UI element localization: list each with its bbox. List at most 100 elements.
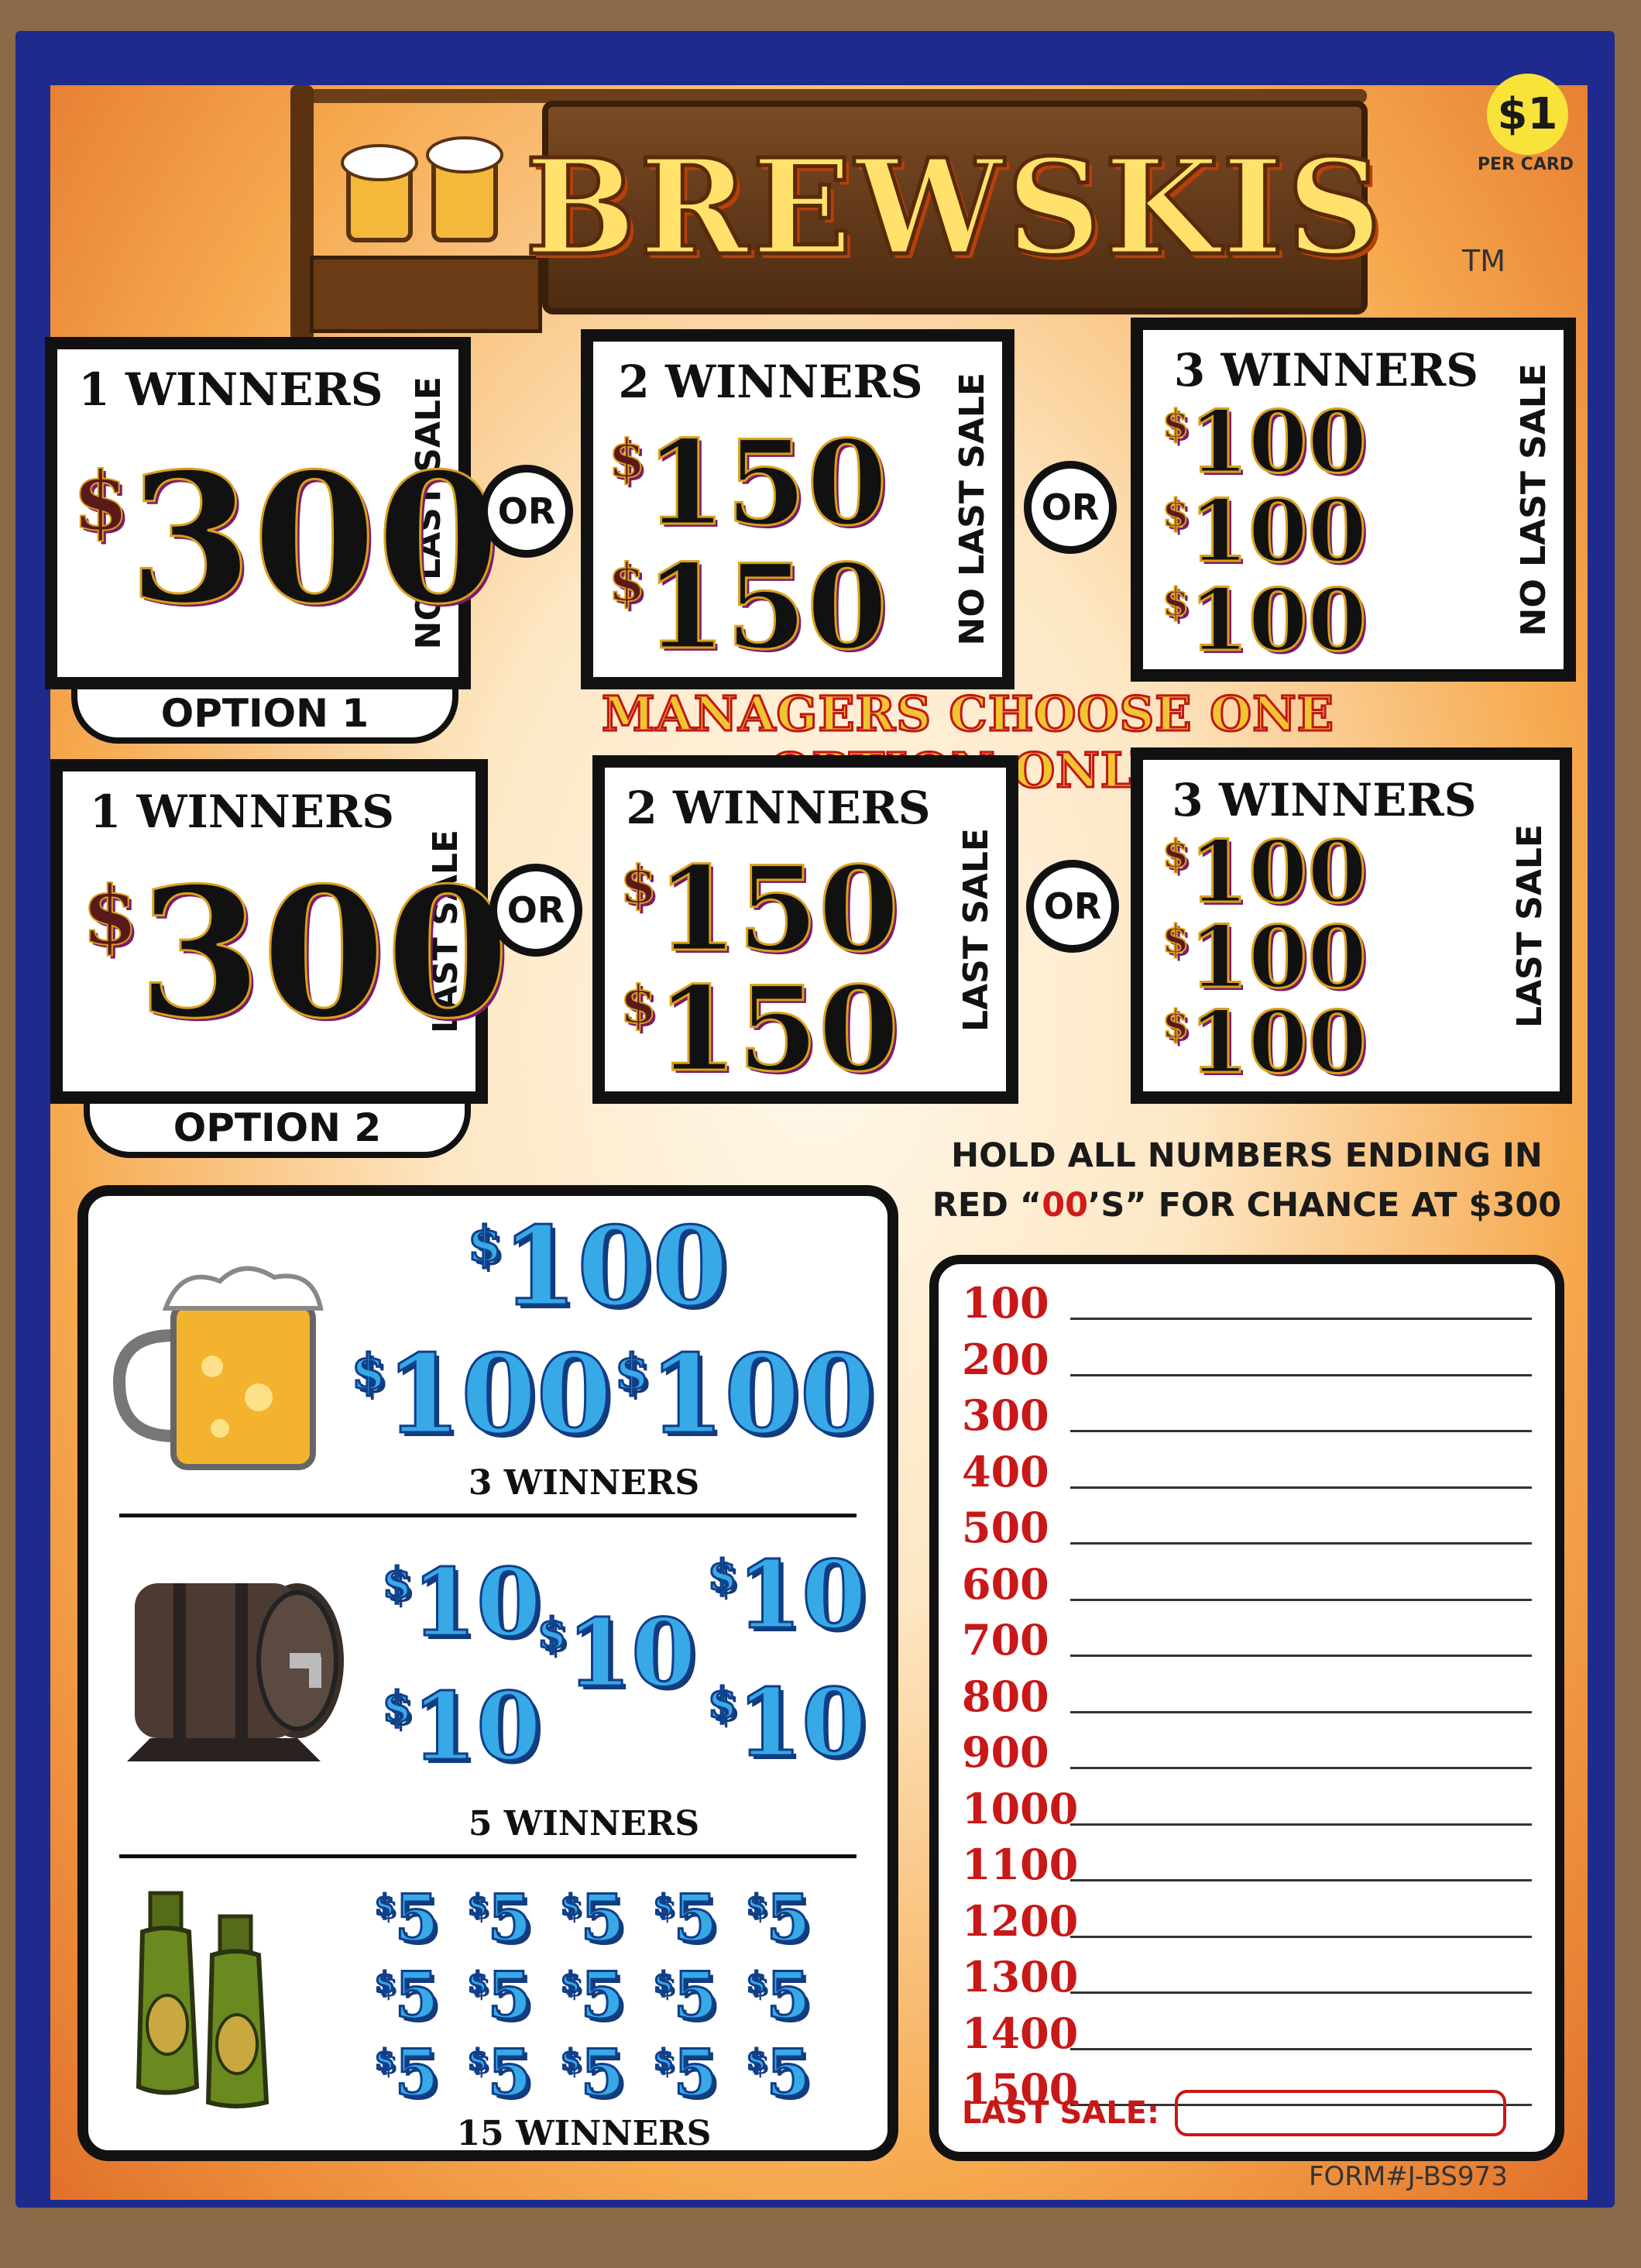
dollar-sign: $ xyxy=(537,1607,568,1659)
dollar-sign: $ xyxy=(1162,916,1190,962)
prize-amount: $5 xyxy=(653,1958,719,2035)
dollar-sign: $ xyxy=(467,1214,503,1273)
last-sale-label: LAST SALE: xyxy=(962,2095,1160,2131)
number-value: 1300 xyxy=(962,1952,1079,2002)
prize-amount: $300 xyxy=(81,848,511,1060)
option1-box-3-winners: 3 WINNERS NO LAST SALE $100 $100 $100 xyxy=(1131,318,1576,682)
amount-value: 100 xyxy=(647,1331,876,1460)
amount-value: 5 xyxy=(672,1881,719,1957)
keg-icon xyxy=(127,1583,344,1761)
last-sale-field[interactable] xyxy=(1175,2090,1507,2136)
amount-value: 100 xyxy=(1188,391,1368,493)
write-in-line[interactable] xyxy=(1070,1991,1532,1994)
prize-amount: $10 xyxy=(707,1668,868,1779)
number-value: 500 xyxy=(962,1503,1049,1552)
number-row: 600 xyxy=(962,1553,1532,1609)
write-in-line[interactable] xyxy=(1070,1542,1532,1545)
amount-value: 150 xyxy=(644,414,888,553)
prize-amount: $100 xyxy=(1162,569,1368,672)
write-in-line[interactable] xyxy=(1070,1430,1532,1432)
write-in-line[interactable] xyxy=(1070,1767,1532,1769)
dollar-sign: $ xyxy=(653,1964,675,2000)
option1-box-2-winners: 2 WINNERS NO LAST SALE $150 $150 xyxy=(581,329,1014,689)
write-in-line[interactable] xyxy=(1070,1486,1532,1489)
number-value: 1100 xyxy=(962,1840,1079,1889)
write-in-line[interactable] xyxy=(1070,1373,1532,1376)
hold-note-line2: RED “00’S” FOR CHANCE AT $300 xyxy=(906,1180,1588,1230)
dollar-sign: $ xyxy=(746,1964,768,2000)
write-in-line[interactable] xyxy=(1070,1823,1532,1826)
number-row: 300 xyxy=(962,1384,1532,1440)
box-heading: 1 WINNERS xyxy=(78,363,383,416)
amount-value: 150 xyxy=(644,538,888,677)
amount-value: 150 xyxy=(655,840,900,979)
dollar-sign: $ xyxy=(620,853,657,916)
amount-value: 100 xyxy=(384,1331,613,1460)
winners-label: 3 WINNERS xyxy=(468,1463,700,1503)
write-in-line[interactable] xyxy=(1070,1879,1532,1881)
number-row: 900 xyxy=(962,1721,1532,1777)
dollar-sign: $ xyxy=(614,1342,651,1401)
prize-amount: $10 xyxy=(382,1548,543,1659)
write-in-line[interactable] xyxy=(1070,1655,1532,1657)
prize-amount: $100 xyxy=(351,1331,613,1460)
trademark-mark: TM xyxy=(1462,244,1505,278)
dollar-sign: $ xyxy=(560,1964,582,2000)
price-subtitle: PER CARD xyxy=(1477,155,1574,174)
hold-note-line1: HOLD ALL NUMBERS ENDING IN xyxy=(951,1136,1543,1175)
number-value: 300 xyxy=(962,1390,1049,1440)
dollar-sign: $ xyxy=(1162,490,1190,536)
dollar-sign: $ xyxy=(72,454,129,549)
number-row: 100 xyxy=(962,1272,1532,1328)
amount-value: 100 xyxy=(1188,480,1368,582)
write-in-line[interactable] xyxy=(1070,1318,1532,1320)
side-text: NO LAST SALE xyxy=(952,373,992,646)
bottles-icon xyxy=(136,1891,269,2108)
amount-value: 5 xyxy=(765,1881,812,1957)
last-sale-row: LAST SALE: xyxy=(962,2090,1507,2136)
number-value: 700 xyxy=(962,1615,1049,1665)
amount-value: 5 xyxy=(672,1958,719,2035)
amount-value: 5 xyxy=(393,1958,440,2035)
write-in-line[interactable] xyxy=(1070,1598,1532,1601)
dollar-sign: $ xyxy=(467,1964,489,2000)
dollar-sign: $ xyxy=(1162,830,1190,877)
amount-value: 100 xyxy=(500,1203,729,1332)
prize-amount: $5 xyxy=(560,1881,627,1957)
prize-amount: $300 xyxy=(72,434,502,645)
number-row: 1400 xyxy=(962,2002,1532,2058)
bar-shelf xyxy=(310,256,542,333)
prize-amount: $100 xyxy=(1162,991,1368,1094)
prize-amount: $5 xyxy=(374,1881,441,1957)
number-row: 400 xyxy=(962,1441,1532,1497)
number-value: 200 xyxy=(962,1334,1049,1384)
hold-text: ’S” FOR CHANCE AT $300 xyxy=(1088,1186,1562,1225)
prize-amount: $5 xyxy=(653,2036,719,2112)
or-circle: OR xyxy=(1026,860,1119,953)
box-heading: 2 WINNERS xyxy=(626,782,931,834)
amount-value: 10 xyxy=(736,1668,867,1779)
box-heading: 1 WINNERS xyxy=(89,785,395,838)
write-in-line[interactable] xyxy=(1070,2047,1532,2050)
prize-amount: $5 xyxy=(560,2036,627,2112)
number-row: 800 xyxy=(962,1665,1532,1721)
option2-box-2-winners: 2 WINNERS LAST SALE $150 $150 xyxy=(592,755,1018,1104)
write-in-line[interactable] xyxy=(1070,1710,1532,1713)
option2-box-1-winner: 1 WINNERS LAST SALE $300 xyxy=(50,759,511,1104)
amount-value: 5 xyxy=(393,2036,440,2112)
number-value: 600 xyxy=(962,1558,1049,1609)
dollar-sign: $ xyxy=(608,551,646,613)
dollar-sign: $ xyxy=(382,1557,414,1609)
amount-value: 10 xyxy=(736,1540,867,1651)
dollar-sign: $ xyxy=(1162,400,1190,447)
write-in-line[interactable] xyxy=(1070,1935,1532,1938)
amount-value: 5 xyxy=(486,1881,533,1957)
prize-amount: $10 xyxy=(537,1598,698,1710)
dollar-sign: $ xyxy=(746,1886,768,1923)
dollar-sign: $ xyxy=(653,2041,675,2077)
amount-value: 5 xyxy=(579,1958,626,2035)
hold-text: RED “ xyxy=(932,1186,1042,1225)
title-sign: BREWSKIS xyxy=(523,101,1384,314)
number-value: 1200 xyxy=(962,1895,1079,1946)
number-row: 200 xyxy=(962,1328,1532,1384)
